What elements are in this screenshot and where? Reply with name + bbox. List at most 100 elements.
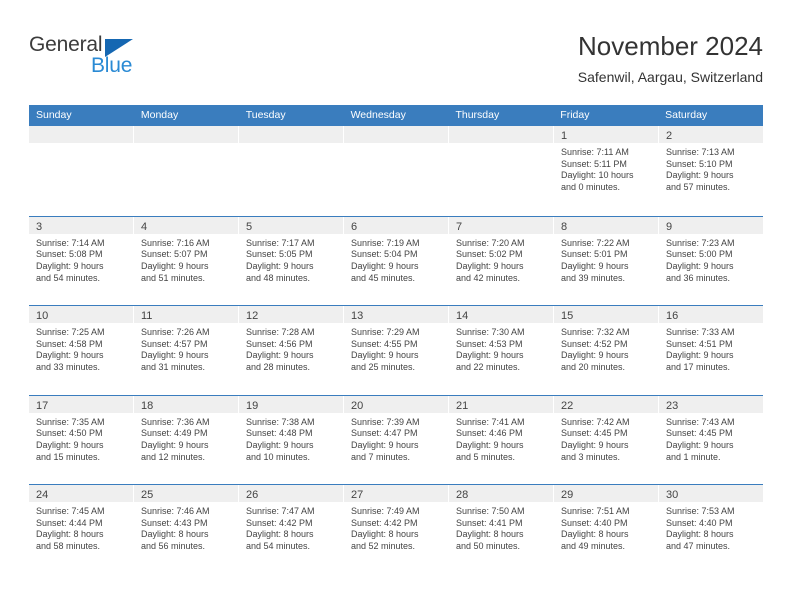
day-detail-line: Sunrise: 7:45 AM	[36, 506, 105, 516]
day-detail-line: Daylight: 8 hours	[561, 529, 629, 540]
day-cell-21[interactable]: 21 Sunrise: 7:41 AM Sunset: 4:46 PM Dayligh…	[449, 395, 553, 484]
day-cell-26[interactable]: 26 Sunrise: 7:47 AM Sunset: 4:42 PM Dayligh…	[239, 485, 343, 574]
day-details	[29, 143, 133, 147]
day-number-strip: 15	[554, 306, 658, 323]
day-details: Sunrise: 7:51 AM Sunset: 4:40 PM Daylight:…	[554, 502, 658, 553]
day-cell-4[interactable]: 4 Sunrise: 7:16 AM Sunset: 5:07 PM Daylight…	[134, 216, 238, 305]
day-detail-line: Sunrise: 7:42 AM	[561, 416, 630, 427]
day-details: Sunrise: 7:50 AM Sunset: 4:41 PM Daylight:…	[449, 502, 553, 553]
day-cell-20[interactable]: 20 Sunrise: 7:39 AM Sunset: 4:47 PM Dayligh…	[344, 395, 448, 484]
day-cell-23[interactable]: 23 Sunrise: 7:43 AM Sunset: 4:45 PM Dayligh…	[659, 395, 763, 484]
day-number: 12	[246, 310, 259, 322]
day-detail-line: Daylight: 9 hours	[561, 439, 629, 450]
day-number: 13	[351, 310, 364, 322]
day-number: 6	[351, 220, 358, 233]
day-number-strip: 5	[239, 216, 343, 234]
day-detail-line: Sunset: 4:42 PM	[246, 517, 313, 528]
day-detail-line: Sunrise: 7:11 AM	[561, 147, 629, 157]
day-number: 30	[666, 489, 679, 501]
day-cell-25[interactable]: 25 Sunrise: 7:46 AM Sunset: 4:43 PM Dayligh…	[134, 485, 238, 574]
day-detail-line: and 50 minutes.	[456, 541, 521, 552]
day-cell-15[interactable]: 15 Sunrise: 7:32 AM Sunset: 4:52 PM Dayligh…	[554, 306, 658, 395]
day-number-strip	[134, 126, 238, 143]
day-cell-12[interactable]: 12 Sunrise: 7:28 AM Sunset: 4:56 PM Dayligh…	[239, 306, 343, 395]
day-cell-29[interactable]: 29 Sunrise: 7:51 AM Sunset: 4:40 PM Dayligh…	[554, 485, 658, 574]
day-detail-line: Sunrise: 7:19 AM	[351, 237, 420, 248]
day-number-strip: 10	[29, 306, 133, 323]
day-detail-line: Sunset: 4:55 PM	[351, 338, 418, 349]
day-details: Sunrise: 7:17 AM Sunset: 5:05 PM Daylight:…	[239, 234, 343, 285]
day-cell-14[interactable]: 14 Sunrise: 7:30 AM Sunset: 4:53 PM Dayligh…	[449, 306, 553, 395]
day-detail-line: Sunrise: 7:14 AM	[36, 237, 105, 248]
day-cell-28[interactable]: 28 Sunrise: 7:50 AM Sunset: 4:41 PM Dayligh…	[449, 485, 553, 574]
generalblue-logo[interactable]: General Blue	[29, 33, 179, 83]
day-detail-line: Daylight: 9 hours	[351, 439, 419, 450]
day-cell-1[interactable]: 1 Sunrise: 7:11 AM Sunset: 5:11 PM Daylight…	[554, 126, 658, 216]
day-detail-line: Daylight: 8 hours	[36, 529, 104, 540]
day-detail-line: Daylight: 9 hours	[561, 260, 629, 271]
day-detail-line: and 58 minutes.	[36, 541, 101, 552]
day-detail-line: and 28 minutes.	[246, 362, 311, 373]
day-cell-7[interactable]: 7 Sunrise: 7:20 AM Sunset: 5:02 PM Daylight…	[449, 216, 553, 305]
day-number-strip	[344, 126, 448, 143]
day-details: Sunrise: 7:49 AM Sunset: 4:42 PM Daylight:…	[344, 502, 448, 553]
day-cell-27[interactable]: 27 Sunrise: 7:49 AM Sunset: 4:42 PM Dayligh…	[344, 485, 448, 574]
day-cell-2[interactable]: 2 Sunrise: 7:13 AM Sunset: 5:10 PM Daylight…	[659, 126, 763, 216]
day-number: 5	[246, 220, 253, 233]
day-cell-30[interactable]: 30 Sunrise: 7:53 AM Sunset: 4:40 PM Dayligh…	[659, 485, 763, 574]
day-detail-line: and 52 minutes.	[351, 541, 416, 552]
day-detail-line: and 25 minutes.	[351, 362, 416, 373]
day-number-strip: 18	[134, 395, 238, 413]
day-cell-22[interactable]: 22 Sunrise: 7:42 AM Sunset: 4:45 PM Dayligh…	[554, 395, 658, 484]
day-detail-line: Sunrise: 7:22 AM	[561, 237, 630, 248]
day-detail-line: Daylight: 9 hours	[36, 260, 104, 271]
day-cell-17[interactable]: 17 Sunrise: 7:35 AM Sunset: 4:50 PM Dayligh…	[29, 395, 133, 484]
day-details: Sunrise: 7:29 AM Sunset: 4:55 PM Daylight:…	[344, 323, 448, 374]
day-cell-6[interactable]: 6 Sunrise: 7:19 AM Sunset: 5:04 PM Daylight…	[344, 216, 448, 305]
day-detail-line: and 5 minutes.	[456, 451, 516, 462]
day-cell-13[interactable]: 13 Sunrise: 7:29 AM Sunset: 4:55 PM Dayligh…	[344, 306, 448, 395]
calendar-page: General Blue November 2024 Safenwil, Aar…	[0, 0, 792, 612]
day-detail-line: Sunset: 5:05 PM	[246, 249, 313, 260]
day-cell-empty	[449, 126, 553, 216]
day-cell-8[interactable]: 8 Sunrise: 7:22 AM Sunset: 5:01 PM Daylight…	[554, 216, 658, 305]
day-detail-line: Sunrise: 7:32 AM	[561, 327, 630, 337]
day-number: 3	[36, 220, 43, 233]
day-detail-line: Sunrise: 7:35 AM	[36, 416, 105, 427]
day-detail-line: and 45 minutes.	[351, 272, 416, 283]
day-detail-line: and 39 minutes.	[561, 272, 626, 283]
day-cell-16[interactable]: 16 Sunrise: 7:33 AM Sunset: 4:51 PM Dayligh…	[659, 306, 763, 395]
day-detail-line: Sunset: 5:10 PM	[666, 158, 733, 169]
day-detail-line: Daylight: 9 hours	[456, 260, 524, 271]
day-detail-line: Sunset: 4:56 PM	[246, 338, 313, 349]
day-detail-line: Daylight: 8 hours	[246, 529, 314, 540]
day-details: Sunrise: 7:41 AM Sunset: 4:46 PM Daylight:…	[449, 413, 553, 464]
day-number-strip: 22	[554, 395, 658, 413]
day-detail-line: Sunrise: 7:39 AM	[351, 416, 420, 427]
day-detail-line: Daylight: 9 hours	[141, 439, 209, 450]
day-detail-line: Sunset: 4:51 PM	[666, 338, 733, 349]
day-cell-18[interactable]: 18 Sunrise: 7:36 AM Sunset: 4:49 PM Dayligh…	[134, 395, 238, 484]
day-details	[239, 143, 343, 147]
day-number-strip: 3	[29, 216, 133, 234]
day-number-strip: 27	[344, 485, 448, 502]
day-details	[449, 143, 553, 147]
day-cell-19[interactable]: 19 Sunrise: 7:38 AM Sunset: 4:48 PM Dayligh…	[239, 395, 343, 484]
day-cell-5[interactable]: 5 Sunrise: 7:17 AM Sunset: 5:05 PM Daylight…	[239, 216, 343, 305]
day-details: Sunrise: 7:45 AM Sunset: 4:44 PM Daylight:…	[29, 502, 133, 553]
day-cell-24[interactable]: 24 Sunrise: 7:45 AM Sunset: 4:44 PM Dayligh…	[29, 485, 133, 574]
day-detail-line: Daylight: 9 hours	[36, 439, 104, 450]
day-cell-10[interactable]: 10 Sunrise: 7:25 AM Sunset: 4:58 PM Dayligh…	[29, 306, 133, 395]
day-detail-line: Daylight: 9 hours	[36, 350, 104, 361]
day-cell-3[interactable]: 3 Sunrise: 7:14 AM Sunset: 5:08 PM Daylight…	[29, 216, 133, 305]
day-cell-11[interactable]: 11 Sunrise: 7:26 AM Sunset: 4:57 PM Dayligh…	[134, 306, 238, 395]
day-number-strip: 9	[659, 216, 763, 234]
logo-text-blue: Blue	[91, 54, 133, 77]
day-number: 11	[141, 310, 153, 322]
weekday-header-monday: Monday	[140, 109, 179, 121]
calendar-week-row: 10 Sunrise: 7:25 AM Sunset: 4:58 PM Dayligh…	[29, 305, 763, 395]
day-detail-line: Daylight: 9 hours	[666, 260, 734, 271]
day-detail-line: and 33 minutes.	[36, 362, 101, 373]
day-cell-9[interactable]: 9 Sunrise: 7:23 AM Sunset: 5:00 PM Daylight…	[659, 216, 763, 305]
weekday-header-sunday: Sunday	[36, 109, 72, 121]
